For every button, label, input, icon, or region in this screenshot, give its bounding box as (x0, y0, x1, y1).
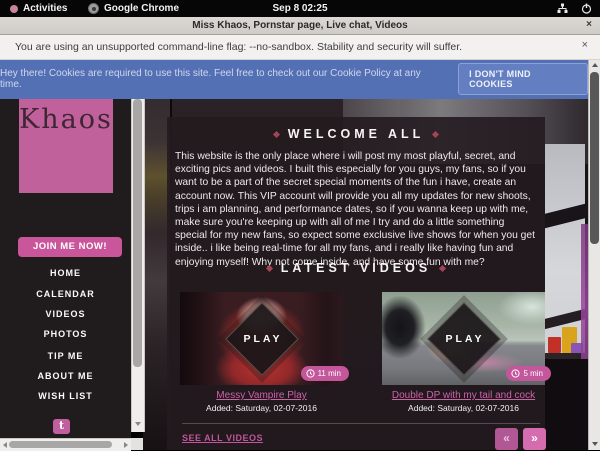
join-me-now-button[interactable]: JOIN ME NOW! (18, 237, 122, 257)
video-added-date: Added: Saturday, 02-07-2016 (180, 403, 343, 413)
pager-next-button[interactable]: » (523, 428, 546, 450)
diamond-icon (432, 130, 439, 137)
sidebar-item-tip-me[interactable]: TIP ME (0, 351, 131, 361)
sidebar-item-photos[interactable]: PHOTOS (0, 329, 131, 339)
sidebar-item-home[interactable]: HOME (0, 268, 131, 278)
welcome-heading: WELCOME ALL (167, 127, 545, 141)
sidebar-item-about-me[interactable]: ABOUT ME (0, 371, 131, 381)
play-button[interactable]: PLAY (240, 333, 282, 345)
sidebar-item-wish-list[interactable]: WISH LIST (0, 391, 131, 401)
scroll-up-arrow[interactable] (592, 63, 598, 67)
sidebar-item-videos[interactable]: VIDEOS (0, 309, 131, 319)
sidebar-frame: Miss Khaos JOIN ME NOW! HOME CALENDAR VI… (0, 59, 131, 450)
cookie-message: Hey there! Cookies are required to use t… (0, 68, 444, 90)
scroll-left-arrow[interactable] (3, 442, 7, 448)
window-title: Miss Khaos, Pornstar page, Live chat, Vi… (0, 17, 600, 34)
cookie-consent-bar: Hey there! Cookies are required to use t… (0, 59, 588, 99)
welcome-title: WELCOME ALL (288, 127, 425, 141)
scroll-right-arrow[interactable] (124, 442, 128, 448)
infobar-close-icon[interactable]: × (582, 39, 588, 51)
latest-videos-heading: LATEST VIDEOS (167, 261, 545, 275)
content-panel: WELCOME ALL This website is the only pla… (167, 117, 545, 450)
diamond-icon (439, 264, 446, 271)
pager-prev-button[interactable]: « (495, 428, 518, 450)
clock-icon (511, 369, 520, 378)
video-added-date: Added: Saturday, 02-07-2016 (382, 403, 545, 413)
twitter-icon[interactable]: t (53, 419, 70, 434)
duration-text: 11 min (318, 369, 341, 378)
window-title-bar: Miss Khaos, Pornstar page, Live chat, Vi… (0, 17, 600, 35)
latest-videos-title: LATEST VIDEOS (281, 261, 431, 275)
video-card: PLAY 5 min Double DP with my tail and co… (382, 292, 545, 413)
network-icon[interactable] (557, 3, 568, 14)
background-gift-red (548, 337, 561, 353)
sidebar-scrollbar-thumb[interactable] (133, 99, 142, 367)
video-thumbnail[interactable]: PLAY 11 min (180, 292, 343, 385)
video-title-link[interactable]: Double DP with my tail and cock (382, 390, 545, 401)
logo-text: Khaos (19, 104, 113, 135)
see-all-videos-link[interactable]: SEE ALL VIDEOS (182, 433, 263, 443)
welcome-body-text: This website is the only place where i w… (175, 150, 537, 269)
sidebar-item-calendar[interactable]: CALENDAR (0, 289, 131, 299)
section-divider (182, 423, 540, 424)
window-close-button[interactable]: × (582, 17, 596, 34)
duration-text: 5 min (523, 369, 543, 378)
video-title-link[interactable]: Messy Vampire Play (180, 390, 343, 401)
main-scrollbar-thumb[interactable] (590, 72, 599, 244)
play-button[interactable]: PLAY (442, 333, 484, 345)
scroll-down-arrow[interactable] (592, 442, 598, 446)
cookie-accept-button[interactable]: I DON'T MIND COOKIES (458, 63, 588, 95)
video-thumbnail[interactable]: PLAY 5 min (382, 292, 545, 385)
clock[interactable]: Sep 8 02:25 (0, 0, 600, 17)
diamond-icon (266, 264, 273, 271)
gnome-top-bar: Activities Google Chrome Sep 8 02:25 (0, 0, 600, 17)
video-card: PLAY 11 min Messy Vampire Play Added: Sa… (180, 292, 343, 413)
scroll-down-arrow[interactable] (135, 422, 141, 426)
power-icon[interactable] (581, 3, 592, 14)
scrollbar-corner (131, 438, 143, 450)
duration-badge: 11 min (301, 366, 349, 381)
chrome-infobar: You are using an unsupported command-lin… (0, 35, 600, 60)
sidebar-hscrollbar-thumb[interactable] (9, 441, 112, 448)
infobar-message: You are using an unsupported command-lin… (15, 41, 462, 53)
clock-icon (306, 369, 315, 378)
duration-badge: 5 min (506, 366, 551, 381)
diamond-icon (273, 130, 280, 137)
